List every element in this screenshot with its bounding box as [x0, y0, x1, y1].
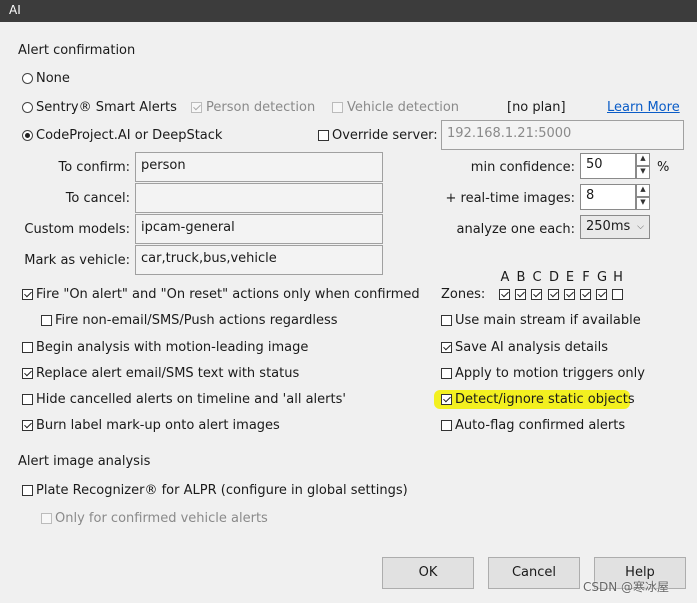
zone-a-checkbox[interactable]: [499, 289, 510, 300]
min-confidence-down-icon[interactable]: ▼: [636, 166, 650, 179]
fire-on-alert-checkbox[interactable]: [22, 289, 33, 300]
window-title: AI: [9, 3, 21, 17]
zone-c-checkbox[interactable]: [531, 289, 542, 300]
hide-cancelled-checkbox[interactable]: [22, 394, 33, 405]
replace-alert-label[interactable]: Replace alert email/SMS text with status: [36, 366, 299, 382]
override-server-label[interactable]: Override server:: [332, 128, 438, 144]
learn-more-link[interactable]: Learn More: [607, 100, 680, 115]
fire-non-email-checkbox[interactable]: [41, 315, 52, 326]
burn-label-label[interactable]: Burn label mark-up onto alert images: [36, 418, 280, 434]
person-detection-checkbox[interactable]: [191, 102, 202, 113]
title-bar: AI: [0, 0, 697, 22]
mark-vehicle-input[interactable]: car,truck,bus,vehicle: [135, 245, 383, 275]
use-main-stream-checkbox[interactable]: [441, 315, 452, 326]
image-analysis-heading: Alert image analysis: [18, 454, 151, 469]
radio-sentry[interactable]: [22, 102, 33, 113]
to-cancel-input[interactable]: [135, 183, 383, 213]
zones-label: Zones:: [441, 287, 486, 302]
auto-flag-checkbox[interactable]: [441, 420, 452, 431]
to-confirm-label: To confirm:: [58, 160, 130, 175]
zone-d-label: D: [548, 270, 559, 285]
burn-label-checkbox[interactable]: [22, 420, 33, 431]
analyze-each-value: 250ms: [586, 219, 631, 234]
zone-d-checkbox[interactable]: [548, 289, 559, 300]
zone-b-label: B: [516, 270, 526, 285]
min-confidence-label: min confidence:: [470, 160, 575, 175]
chevron-down-icon: ⌵: [637, 222, 644, 232]
to-cancel-label: To cancel:: [65, 191, 130, 206]
plan-status: [no plan]: [507, 100, 566, 115]
vehicle-detection-checkbox[interactable]: [332, 102, 343, 113]
min-confidence-unit: %: [657, 160, 670, 175]
fire-on-alert-label[interactable]: Fire "On alert" and "On reset" actions o…: [36, 287, 420, 303]
person-detection-label: Person detection: [206, 100, 316, 115]
detect-static-label[interactable]: Detect/ignore static objects: [455, 392, 635, 408]
server-input[interactable]: 192.168.1.21:5000: [441, 120, 684, 150]
plate-recognizer-label[interactable]: Plate Recognizer® for ALPR (configure in…: [36, 483, 408, 499]
zone-f-label: F: [582, 270, 590, 285]
vehicle-detection-label: Vehicle detection: [347, 100, 460, 115]
radio-codeproject[interactable]: [22, 130, 33, 141]
analyze-each-select[interactable]: 250ms ⌵: [580, 215, 650, 239]
save-ai-label[interactable]: Save AI analysis details: [455, 340, 608, 356]
zone-e-label: E: [565, 270, 575, 285]
zone-a-label: A: [500, 270, 510, 285]
custom-models-input[interactable]: ipcam-general: [135, 214, 383, 244]
min-confidence-up-icon[interactable]: ▲: [636, 153, 650, 166]
plate-recognizer-checkbox[interactable]: [22, 485, 33, 496]
only-vehicle-checkbox[interactable]: [41, 513, 52, 524]
watermark: CSDN @寒冰屋: [583, 580, 670, 594]
hide-cancelled-label[interactable]: Hide cancelled alerts on timeline and 'a…: [36, 392, 346, 408]
begin-analysis-checkbox[interactable]: [22, 342, 33, 353]
mark-vehicle-label: Mark as vehicle:: [24, 253, 130, 268]
save-ai-checkbox[interactable]: [441, 342, 452, 353]
realtime-images-down-icon[interactable]: ▼: [636, 197, 650, 210]
use-main-stream-label[interactable]: Use main stream if available: [455, 313, 641, 329]
fire-non-email-label[interactable]: Fire non-email/SMS/Push actions regardle…: [55, 313, 338, 329]
apply-motion-label[interactable]: Apply to motion triggers only: [455, 366, 645, 382]
realtime-images-label: + real-time images:: [445, 191, 576, 206]
ok-button[interactable]: OK: [382, 557, 474, 589]
alert-confirmation-heading: Alert confirmation: [18, 43, 136, 58]
zone-c-label: C: [532, 270, 542, 285]
min-confidence-input[interactable]: 50: [580, 153, 636, 179]
begin-analysis-label[interactable]: Begin analysis with motion-leading image: [36, 340, 308, 356]
radio-none-label[interactable]: None: [36, 71, 70, 87]
to-confirm-input[interactable]: person: [135, 152, 383, 182]
realtime-images-input[interactable]: 8: [580, 184, 636, 210]
realtime-images-up-icon[interactable]: ▲: [636, 184, 650, 197]
cancel-button[interactable]: Cancel: [488, 557, 580, 589]
radio-sentry-label[interactable]: Sentry® Smart Alerts: [36, 100, 177, 116]
custom-models-label: Custom models:: [24, 222, 130, 237]
zone-h-checkbox[interactable]: [612, 289, 623, 300]
only-vehicle-label: Only for confirmed vehicle alerts: [55, 511, 268, 526]
apply-motion-checkbox[interactable]: [441, 368, 452, 379]
override-server-checkbox[interactable]: [318, 130, 329, 141]
replace-alert-checkbox[interactable]: [22, 368, 33, 379]
zone-g-label: G: [596, 270, 608, 285]
radio-none[interactable]: [22, 73, 33, 84]
zone-h-label: H: [613, 270, 623, 285]
detect-static-checkbox[interactable]: [441, 394, 452, 405]
auto-flag-label[interactable]: Auto-flag confirmed alerts: [455, 418, 625, 434]
zone-f-checkbox[interactable]: [580, 289, 591, 300]
zone-b-checkbox[interactable]: [515, 289, 526, 300]
analyze-each-label: analyze one each:: [456, 222, 576, 237]
zone-e-checkbox[interactable]: [564, 289, 575, 300]
radio-codeproject-label[interactable]: CodeProject.AI or DeepStack: [36, 128, 222, 144]
zone-g-checkbox[interactable]: [596, 289, 607, 300]
